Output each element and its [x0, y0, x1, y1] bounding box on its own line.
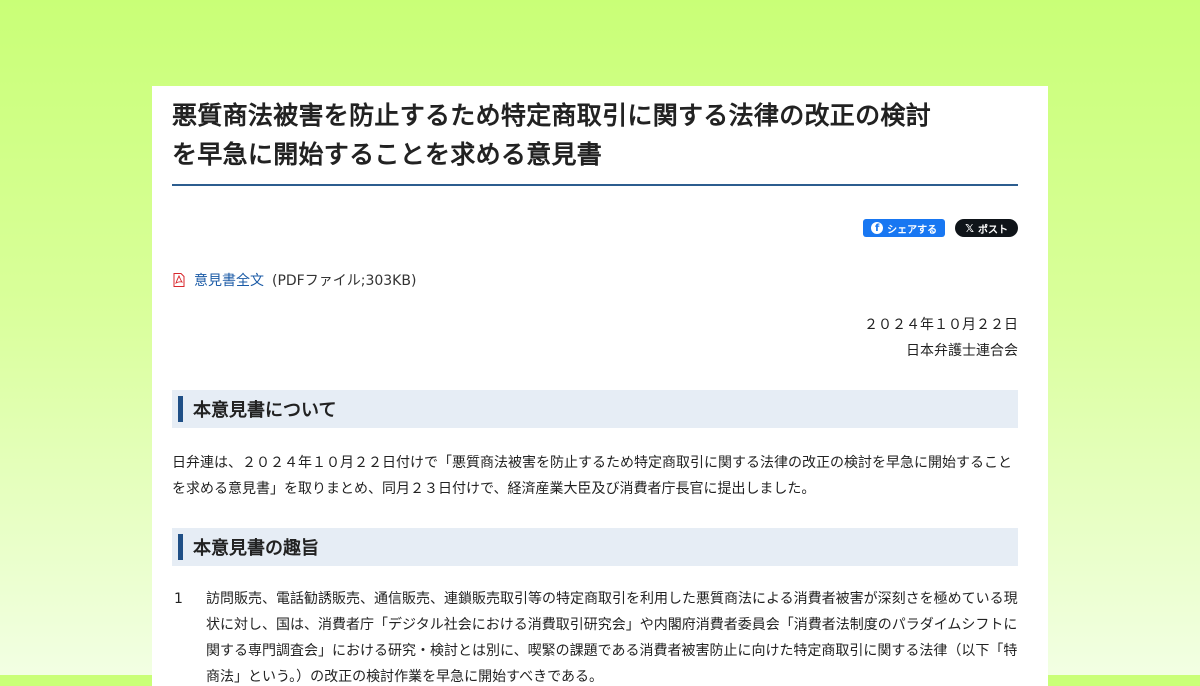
- list-item: 1 訪問販売、電話勧誘販売、通信販売、連鎖販売取引等の特定商取引を利用した悪質商…: [172, 586, 1018, 686]
- x-post-button[interactable]: 𝕏 ポスト: [955, 219, 1018, 237]
- share-buttons: f シェアする 𝕏 ポスト: [172, 219, 1018, 237]
- x-icon: 𝕏: [965, 221, 974, 235]
- section-body: 日弁連は、２０２４年１０月２２日付けで「悪質商法被害を防止するため特定商取引に関…: [172, 455, 1012, 497]
- pdf-icon: [172, 273, 186, 287]
- pdf-file-info: (PDFファイル;303KB): [272, 273, 417, 289]
- section-heading-about: 本意見書について: [172, 390, 1018, 428]
- facebook-share-button[interactable]: f シェアする: [863, 219, 946, 237]
- signature-block: ２０２４年１０月２２日 日本弁護士連合会: [172, 312, 1018, 364]
- page-title-line2: を早急に開始することを求める意見書: [172, 140, 603, 169]
- issuing-organization: 日本弁護士連合会: [906, 343, 1018, 359]
- list-item-text: 訪問販売、電話勧誘販売、通信販売、連鎖販売取引等の特定商取引を利用した悪質商法に…: [206, 591, 1018, 685]
- pdf-download-link[interactable]: 意見書全文: [194, 270, 264, 290]
- section-accent-bar: [178, 534, 183, 560]
- facebook-share-label: シェアする: [887, 224, 938, 236]
- x-post-label: ポスト: [978, 224, 1008, 236]
- page-title-line1: 悪質商法被害を防止するため特定商取引に関する法律の改正の検討: [172, 101, 932, 130]
- list-item-number: 1: [174, 591, 183, 607]
- section-accent-bar: [178, 396, 183, 422]
- article-card: 悪質商法被害を防止するため特定商取引に関する法律の改正の検討 を早急に開始すること…: [152, 86, 1048, 686]
- issue-date: ２０２４年１０月２２日: [864, 317, 1018, 333]
- section-title: 本意見書の趣旨: [193, 538, 319, 559]
- section-title: 本意見書について: [193, 400, 337, 421]
- page-title: 悪質商法被害を防止するため特定商取引に関する法律の改正の検討 を早急に開始すること…: [172, 96, 1018, 186]
- pdf-download-row: 意見書全文 (PDFファイル;303KB): [172, 270, 1018, 290]
- facebook-icon: f: [871, 222, 884, 234]
- section-heading-purpose: 本意見書の趣旨: [172, 528, 1018, 566]
